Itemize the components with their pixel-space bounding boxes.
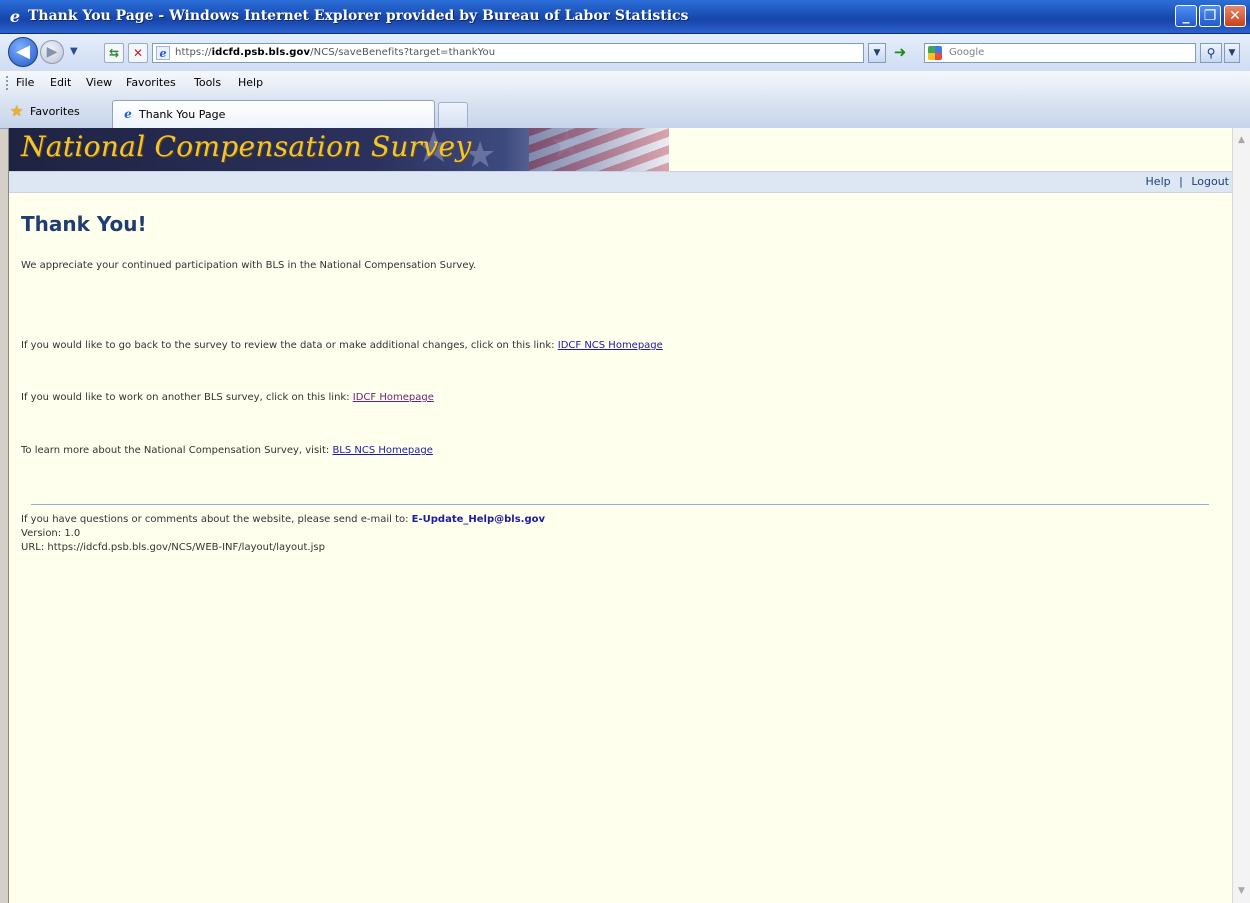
menu-bar: File Edit View Favorites Tools Help [0,71,1250,96]
menu-file[interactable]: File [16,76,34,89]
refresh-button[interactable]: ⇆ [104,43,124,63]
arrow-left-icon: ◀ [16,41,30,62]
menu-favorites[interactable]: Favorites [126,76,176,89]
banner-spacer [669,128,1233,171]
another-survey-text: If you would like to work on another BLS… [21,392,350,403]
link-separator: | [1179,175,1183,188]
go-arrow-icon: ➜ [893,43,907,61]
version-text: Version: 1.0 [21,528,81,539]
footer-email-link[interactable]: E-Update_Help@bls.gov [412,514,545,525]
menu-help[interactable]: Help [238,76,263,89]
maximize-button[interactable]: ❐ [1199,5,1221,27]
intro-text: We appreciate your continued participati… [21,260,477,271]
help-link[interactable]: Help [1146,175,1171,188]
history-dropdown-icon[interactable]: ▼ [70,46,78,57]
address-toolbar: ◀ ▶ ▼ ⇆ ✕ e https://idcfd.psb.bls.gov/NC… [0,34,1250,72]
vertical-scrollbar[interactable]: ▲ ▼ [1232,128,1250,903]
forward-button[interactable]: ▶ [40,40,64,64]
help-links: Help | Logout [1146,175,1229,188]
footer-text: If you have questions or comments about … [21,514,409,525]
logout-link[interactable]: Logout [1191,175,1229,188]
another-survey-paragraph: If you would like to work on another BLS… [21,392,434,403]
stop-icon: ✕ [132,46,144,60]
tab-bar: ★ Favorites e Thank You Page [0,95,1250,129]
menu-edit[interactable]: Edit [50,76,71,89]
learn-more-paragraph: To learn more about the National Compens… [21,445,433,456]
ie-page-icon: e [124,107,132,121]
page-icon: e [156,46,170,60]
scroll-up-icon[interactable]: ▲ [1235,132,1248,148]
stop-button[interactable]: ✕ [128,43,148,63]
idcf-ncs-homepage-link[interactable]: IDCF NCS Homepage [558,340,663,351]
minimize-button[interactable]: _ [1175,5,1197,27]
review-paragraph: If you would like to go back to the surv… [21,340,663,351]
ie-logo-icon: e [9,7,21,26]
help-bar: Help | Logout [9,171,1233,193]
bls-ncs-homepage-link[interactable]: BLS NCS Homepage [332,445,432,456]
window-title: Thank You Page - Windows Internet Explor… [28,8,689,24]
tab-thank-you-page[interactable]: e Thank You Page [112,100,435,128]
tab-label: Thank You Page [139,108,226,121]
new-tab-button[interactable] [438,102,468,127]
menu-view[interactable]: View [86,76,112,89]
window-title-bar: e Thank You Page - Windows Internet Expl… [0,0,1250,34]
search-icon: ⚲ [1206,46,1216,60]
flag-stripes [529,128,669,171]
url-text: https://idcfd.psb.bls.gov/NCS/saveBenefi… [175,47,496,58]
banner-title: National Compensation Survey [21,130,472,163]
search-options-button[interactable]: ▼ [1224,43,1240,63]
back-button[interactable]: ◀ [8,37,38,67]
learn-more-text: To learn more about the National Compens… [21,445,330,456]
favorites-button[interactable]: Favorites [30,105,80,118]
footer-contact: If you have questions or comments about … [21,514,545,525]
arrow-right-icon: ▶ [46,44,58,60]
review-text: If you would like to go back to the surv… [21,340,555,351]
toolbar-grip[interactable] [6,76,10,90]
menu-tools[interactable]: Tools [194,76,221,89]
search-input[interactable]: Google [924,43,1196,63]
chevron-down-icon: ▼ [873,48,881,58]
close-button[interactable]: ✕ [1224,5,1246,27]
page-title: Thank You! [21,212,147,236]
search-placeholder: Google [949,47,985,58]
page-url-text: URL: https://idcfd.psb.bls.gov/NCS/WEB-I… [21,542,325,553]
refresh-icon: ⇆ [108,46,120,60]
favorites-star-icon[interactable]: ★ [10,104,23,119]
site-banner: ★ ★ ★ National Compensation Survey [9,128,669,171]
search-button[interactable]: ⚲ [1200,43,1222,63]
google-icon [928,46,942,60]
address-input[interactable]: e https://idcfd.psb.bls.gov/NCS/saveBene… [152,43,864,63]
scroll-down-icon[interactable]: ▼ [1235,883,1248,899]
address-dropdown-button[interactable]: ▼ [868,43,886,63]
go-button[interactable]: ➜ [890,43,910,63]
footer-divider [31,504,1209,505]
page-viewport: ★ ★ ★ National Compensation Survey Help … [8,128,1233,903]
chevron-down-icon: ▼ [1228,48,1236,58]
idcf-homepage-link[interactable]: IDCF Homepage [353,392,434,403]
